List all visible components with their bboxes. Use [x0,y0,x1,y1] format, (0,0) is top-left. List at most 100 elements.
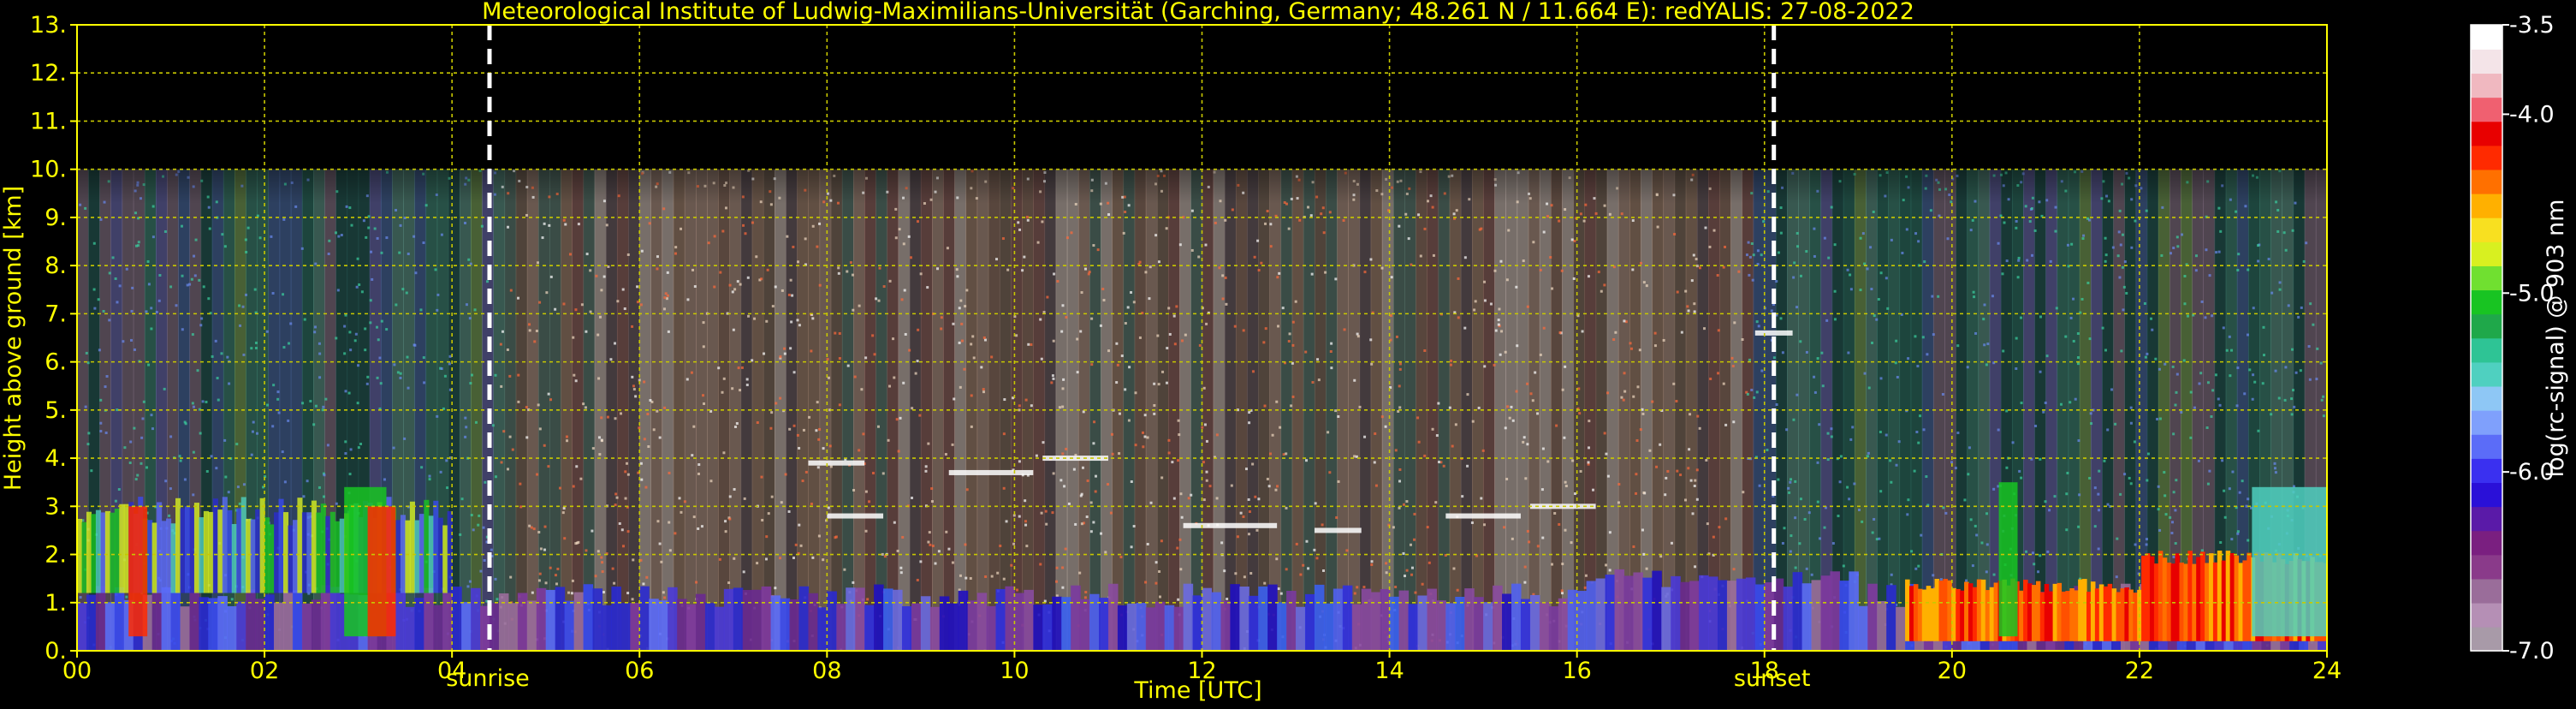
heatmap-speckle [719,271,722,274]
heatmap-speckle [810,349,813,353]
heatmap-speckle [186,283,189,287]
heatmap-speckle [959,574,962,577]
heatmap-speckle [579,477,583,480]
heatmap-speckle [783,352,786,355]
residual-layer-column [81,521,87,593]
heatmap-speckle [1676,290,1679,294]
heatmap-speckle [2267,258,2270,261]
heatmap-speckle [640,249,644,253]
heatmap-speckle [2074,397,2077,401]
heatmap-speckle [2214,373,2217,377]
heatmap-speckle [1555,424,1558,427]
heatmap-speckle [396,371,400,374]
heatmap-speckle [2104,236,2107,240]
heatmap-speckle [770,411,774,414]
heatmap-speckle [1345,549,1349,552]
heatmap-speckle [1849,288,1853,291]
heatmap-speckle [600,439,603,443]
heatmap-speckle [1914,232,1918,235]
heatmap-speckle [1653,344,1657,348]
boundary-layer-column [1717,580,1728,651]
heatmap-speckle [473,308,477,312]
boundary-layer-column [1417,595,1427,651]
boundary-layer-column [1792,572,1803,651]
heatmap-speckle [2106,503,2110,506]
heatmap-speckle [1732,568,1736,571]
heatmap-speckle [1939,578,1943,581]
heatmap-speckle [2200,549,2204,552]
heatmap-speckle [1799,274,1802,277]
heatmap-speckle [1785,428,1789,432]
heatmap-speckle [1914,335,1917,338]
heatmap-speckle [614,417,617,420]
heatmap-speckle [1574,492,1577,496]
evening-layer-column [2242,560,2247,641]
y-tick-label: 6. [45,349,67,376]
heatmap-speckle [2103,459,2106,462]
heatmap-speckle [549,566,552,569]
heatmap-speckle [1645,284,1648,288]
heatmap-speckle [1606,391,1610,395]
heatmap-speckle [242,353,246,356]
heatmap-speckle [2033,229,2037,232]
heatmap-speckle [2114,422,2117,426]
heatmap-speckle [1760,369,1764,372]
heatmap-speckle [1683,498,1687,502]
heatmap-speckle [2111,246,2115,249]
heatmap-speckle [621,545,625,548]
boundary-layer-column [789,599,800,651]
heatmap-speckle [1024,499,1027,503]
heatmap-speckle [2104,349,2107,352]
heatmap-speckle [613,581,616,585]
heatmap-speckle [668,471,671,474]
heatmap-speckle [1178,243,1182,247]
boundary-layer-column [583,584,594,651]
boundary-layer-column [1436,600,1446,651]
heatmap-speckle [538,572,542,575]
heatmap-speckle [2161,206,2164,209]
residual-layer-column [255,509,261,593]
heatmap-speckle [1088,271,1091,274]
boundary-layer-column [686,604,697,651]
heatmap-speckle [536,473,539,476]
heatmap-speckle [467,258,471,261]
heatmap-speckle [169,435,173,438]
heatmap-speckle [555,582,558,586]
annotation-label: sunset [1734,665,1811,692]
heatmap-speckle [383,478,386,481]
heatmap-speckle [2257,429,2260,432]
heatmap-speckle [1102,299,1106,302]
heatmap-speckle [2169,515,2172,519]
colorbar-swatch [2471,265,2502,291]
boundary-layer-column [1736,578,1747,651]
heatmap-speckle [506,468,509,471]
heatmap-speckle [1317,378,1321,382]
heatmap-speckle [602,591,605,594]
heatmap-speckle [686,298,690,301]
heatmap-speckle [1826,458,1830,462]
heatmap-speckle [660,560,663,563]
boundary-layer-column [1511,583,1522,651]
heatmap-speckle [990,575,994,578]
heatmap-speckle [1494,329,1498,332]
heatmap-speckle [1267,485,1271,488]
heatmap-speckle [1080,522,1083,526]
heatmap-speckle [1969,229,1973,232]
boundary-layer-column [1605,575,1616,651]
heatmap-speckle [568,253,572,256]
heatmap-speckle [2309,302,2312,306]
heatmap-speckle [1890,573,1893,576]
heatmap-speckle [221,233,224,236]
heatmap-speckle [724,530,727,533]
heatmap-speckle [1968,446,1971,450]
heatmap-speckle [1052,472,1055,475]
heatmap-speckle [506,348,509,351]
heatmap-speckle [1248,421,1251,425]
heatmap-speckle [2171,365,2175,368]
heatmap-speckle [663,296,667,300]
residual-layer-column [437,517,443,593]
heatmap-speckle [728,495,732,498]
residual-layer-column [212,498,218,593]
heatmap-speckle [465,303,468,307]
heatmap-speckle [1907,357,1910,360]
